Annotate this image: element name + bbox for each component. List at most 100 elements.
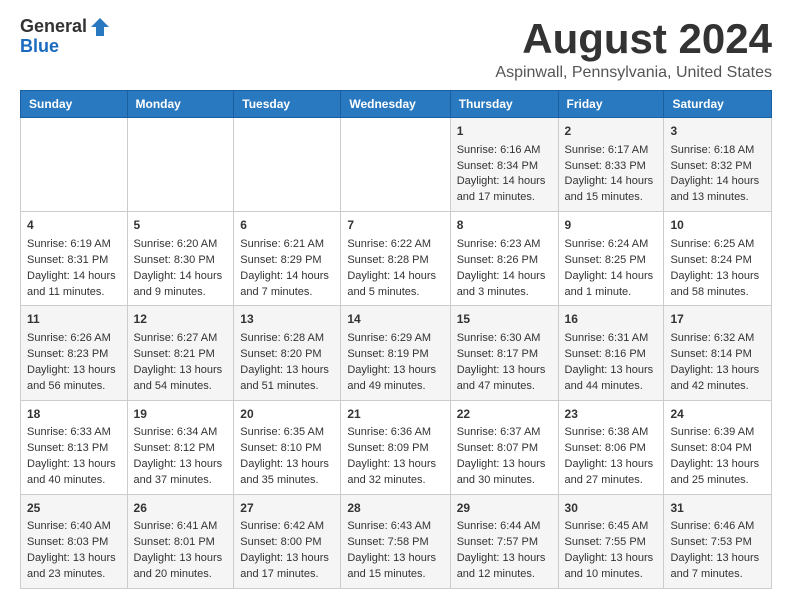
calendar-cell: 11Sunrise: 6:26 AMSunset: 8:23 PMDayligh… — [21, 306, 128, 400]
day-content-line: Sunset: 8:16 PM — [565, 347, 658, 363]
day-number: 21 — [347, 406, 443, 423]
day-content-line: Sunset: 7:53 PM — [670, 535, 765, 551]
day-content-line: Sunset: 8:32 PM — [670, 159, 765, 175]
day-content-line: Sunset: 8:09 PM — [347, 441, 443, 457]
day-content-line: Sunrise: 6:45 AM — [565, 519, 658, 535]
calendar-cell: 15Sunrise: 6:30 AMSunset: 8:17 PMDayligh… — [450, 306, 558, 400]
day-content-line: Sunrise: 6:19 AM — [27, 237, 121, 253]
day-content-line: Daylight: 13 hours — [670, 457, 765, 473]
day-number: 19 — [134, 406, 228, 423]
day-content-line: and 17 minutes. — [457, 190, 552, 206]
day-content-line: Sunrise: 6:44 AM — [457, 519, 552, 535]
logo: General Blue — [20, 16, 111, 57]
day-content-line: Sunrise: 6:20 AM — [134, 237, 228, 253]
day-content-line: and 32 minutes. — [347, 473, 443, 489]
day-number: 27 — [240, 500, 334, 517]
calendar-cell — [21, 118, 128, 212]
day-content-line: Daylight: 13 hours — [134, 363, 228, 379]
day-content-line: Sunset: 8:24 PM — [670, 253, 765, 269]
week-row-3: 11Sunrise: 6:26 AMSunset: 8:23 PMDayligh… — [21, 306, 772, 400]
day-number: 11 — [27, 311, 121, 328]
weekday-header-monday: Monday — [127, 91, 234, 118]
day-content-line: Daylight: 14 hours — [565, 174, 658, 190]
day-content-line: Daylight: 13 hours — [457, 457, 552, 473]
day-content-line: and 37 minutes. — [134, 473, 228, 489]
calendar-cell: 24Sunrise: 6:39 AMSunset: 8:04 PMDayligh… — [664, 400, 772, 494]
day-content-line: Sunset: 7:55 PM — [565, 535, 658, 551]
weekday-header-thursday: Thursday — [450, 91, 558, 118]
day-content-line: Sunset: 8:23 PM — [27, 347, 121, 363]
day-content-line: Daylight: 14 hours — [670, 174, 765, 190]
day-content-line: Daylight: 14 hours — [457, 269, 552, 285]
weekday-header-sunday: Sunday — [21, 91, 128, 118]
day-content-line: and 30 minutes. — [457, 473, 552, 489]
calendar-cell — [127, 118, 234, 212]
location-text: Aspinwall, Pennsylvania, United States — [495, 64, 772, 82]
day-content-line: and 40 minutes. — [27, 473, 121, 489]
day-content-line: and 56 minutes. — [27, 379, 121, 395]
day-content-line: Sunset: 8:34 PM — [457, 159, 552, 175]
day-content-line: Sunrise: 6:39 AM — [670, 425, 765, 441]
calendar-cell: 23Sunrise: 6:38 AMSunset: 8:06 PMDayligh… — [558, 400, 664, 494]
day-content-line: Daylight: 13 hours — [347, 551, 443, 567]
day-content-line: and 15 minutes. — [565, 190, 658, 206]
calendar-cell: 26Sunrise: 6:41 AMSunset: 8:01 PMDayligh… — [127, 494, 234, 588]
day-content-line: Sunset: 8:33 PM — [565, 159, 658, 175]
calendar-cell: 13Sunrise: 6:28 AMSunset: 8:20 PMDayligh… — [234, 306, 341, 400]
day-number: 10 — [670, 217, 765, 234]
day-content-line: Sunrise: 6:28 AM — [240, 331, 334, 347]
logo-icon — [89, 16, 111, 38]
day-number: 5 — [134, 217, 228, 234]
calendar-cell: 27 Sunrise: 6:42 AMSunset: 8:00 PMDayligh… — [234, 494, 341, 588]
week-row-1: 1Sunrise: 6:16 AMSunset: 8:34 PMDaylight… — [21, 118, 772, 212]
day-number: 4 — [27, 217, 121, 234]
day-content-line: and 23 minutes. — [27, 567, 121, 583]
day-content-line: Daylight: 14 hours — [240, 269, 334, 285]
day-content-line: and 27 minutes. — [565, 473, 658, 489]
day-content-line: Daylight: 13 hours — [670, 551, 765, 567]
day-content-line: Daylight: 13 hours — [27, 363, 121, 379]
calendar-cell: 9Sunrise: 6:24 AMSunset: 8:25 PMDaylight… — [558, 212, 664, 306]
day-content-line: Sunset: 8:14 PM — [670, 347, 765, 363]
day-content-line: Daylight: 13 hours — [457, 551, 552, 567]
day-content-line: Sunrise: 6:16 AM — [457, 143, 552, 159]
day-number: 15 — [457, 311, 552, 328]
calendar-cell: 16Sunrise: 6:31 AMSunset: 8:16 PMDayligh… — [558, 306, 664, 400]
day-content-line: Sunrise: 6:42 AM — [240, 519, 334, 535]
day-content-line: Sunset: 8:19 PM — [347, 347, 443, 363]
day-content-line: Daylight: 13 hours — [240, 363, 334, 379]
day-content-line: Sunrise: 6:41 AM — [134, 519, 228, 535]
day-content-line: Sunset: 8:29 PM — [240, 253, 334, 269]
day-content-line: Daylight: 14 hours — [347, 269, 443, 285]
day-content-line: and 3 minutes. — [457, 285, 552, 301]
day-number: 1 — [457, 123, 552, 140]
day-content-line: Daylight: 14 hours — [457, 174, 552, 190]
day-content-line: Daylight: 13 hours — [457, 363, 552, 379]
day-content-line: Sunset: 8:17 PM — [457, 347, 552, 363]
day-number: 25 — [27, 500, 121, 517]
day-content-line: Sunrise: 6:29 AM — [347, 331, 443, 347]
day-number: 9 — [565, 217, 658, 234]
day-content-line: and 15 minutes. — [347, 567, 443, 583]
day-content-line: Daylight: 13 hours — [240, 551, 334, 567]
day-content-line: Sunrise: 6:21 AM — [240, 237, 334, 253]
day-content-line: Sunset: 8:00 PM — [240, 535, 334, 551]
day-content-line: Sunset: 8:01 PM — [134, 535, 228, 551]
day-content-line: Daylight: 14 hours — [565, 269, 658, 285]
day-content-line: and 7 minutes. — [670, 567, 765, 583]
calendar-cell: 3Sunrise: 6:18 AMSunset: 8:32 PMDaylight… — [664, 118, 772, 212]
day-content-line: and 25 minutes. — [670, 473, 765, 489]
page-header: General Blue August 2024 Aspinwall, Penn… — [20, 16, 772, 82]
calendar-body: 1Sunrise: 6:16 AMSunset: 8:34 PMDaylight… — [21, 118, 772, 589]
logo-blue-text: Blue — [20, 36, 59, 57]
day-content-line: Sunset: 8:28 PM — [347, 253, 443, 269]
day-content-line: Sunrise: 6:17 AM — [565, 143, 658, 159]
day-content-line: and 10 minutes. — [565, 567, 658, 583]
day-content-line: and 9 minutes. — [134, 285, 228, 301]
week-row-4: 18Sunrise: 6:33 AMSunset: 8:13 PMDayligh… — [21, 400, 772, 494]
month-title: August 2024 — [495, 16, 772, 62]
weekday-header-tuesday: Tuesday — [234, 91, 341, 118]
day-content-line: Daylight: 13 hours — [565, 551, 658, 567]
day-content-line: Sunrise: 6:43 AM — [347, 519, 443, 535]
day-number: 28 — [347, 500, 443, 517]
